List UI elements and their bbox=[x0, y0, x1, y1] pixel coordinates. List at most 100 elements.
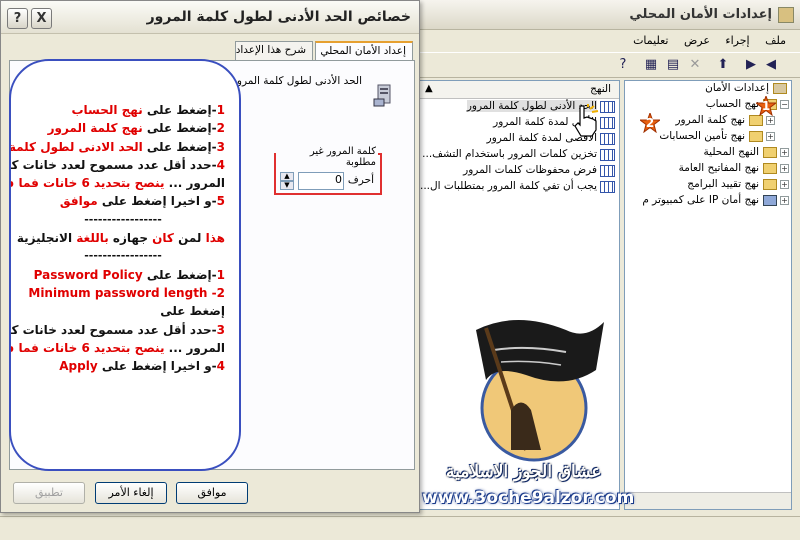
instruction-line: 1-إضغط على نهج الحساب bbox=[71, 103, 225, 117]
spin-up-icon[interactable]: ▲ bbox=[280, 172, 294, 181]
properties-icon[interactable]: ▤ bbox=[664, 57, 682, 73]
tab-local-security-setting[interactable]: إعداد الأمان المحلي bbox=[315, 41, 413, 61]
menu-view[interactable]: عرض bbox=[678, 31, 716, 47]
hand-cursor-icon bbox=[574, 104, 599, 137]
up-folder-icon[interactable]: ⬆ bbox=[714, 57, 732, 73]
tree-item-label: نهج الحساب bbox=[705, 98, 759, 110]
tab-explain[interactable]: شرح هذا الإعداد bbox=[235, 41, 313, 60]
tree-item-software-restriction[interactable]: + نهج تقييد البرامج bbox=[625, 177, 791, 193]
step-badge-number: 2 bbox=[645, 116, 655, 130]
tree-item-label: إعدادات الأمان bbox=[705, 82, 769, 94]
instruction-line: 3-إضغط على الحد الادنى لطول كلمة المرور bbox=[9, 139, 225, 154]
expand-icon[interactable]: + bbox=[780, 164, 789, 173]
menu-file[interactable]: ملف bbox=[759, 31, 792, 47]
watermark-arabic: عشاق الجوز الاسلامية bbox=[446, 462, 602, 482]
instruction-line: 2-إضغط على نهج كلمة المرور bbox=[47, 121, 225, 136]
step-badge-1: 1 bbox=[756, 96, 776, 116]
collapse-icon[interactable]: − bbox=[780, 100, 789, 109]
password-length-input[interactable]: 0 bbox=[298, 172, 344, 190]
password-length-group: كلمة المرور غير مطلوبة 0 ▲ ▼ أحرف bbox=[274, 146, 382, 195]
expand-icon[interactable]: + bbox=[780, 148, 789, 157]
tree-item-local-policies[interactable]: + النهج المحلية bbox=[625, 145, 791, 161]
folder-icon bbox=[763, 163, 777, 174]
status-bar bbox=[0, 516, 800, 540]
policy-icon bbox=[600, 117, 615, 129]
tree-item-label: نهج أمان IP على كمبيوتر م bbox=[642, 194, 759, 206]
tree-item-label: النهج المحلية bbox=[703, 146, 759, 158]
list-column-header[interactable]: النهج ▲ bbox=[419, 81, 619, 99]
folder-icon bbox=[763, 147, 777, 158]
instruction-line: 4-حدد أقل عدد مسموح لعدد خانات كلمة bbox=[9, 157, 225, 172]
separator: ----------------- bbox=[84, 249, 162, 263]
menu-action[interactable]: إجراء bbox=[719, 31, 755, 47]
app-icon bbox=[778, 7, 794, 23]
policy-name-label: الحد الأدنى لطول كلمة المرور bbox=[231, 75, 362, 87]
separator: ----------------- bbox=[84, 212, 162, 226]
instruction-line: إضغط على bbox=[160, 304, 225, 319]
instructions-callout: 1-إضغط على نهج الحساب 2-إضغط على نهج كلم… bbox=[9, 59, 241, 471]
tree-horizontal-scrollbar[interactable] bbox=[625, 492, 791, 509]
help-icon[interactable]: ? bbox=[614, 57, 632, 73]
instruction-line: 5-و اخيرا إضغط على موافق bbox=[59, 194, 225, 209]
forward-icon[interactable]: ▶ bbox=[742, 57, 760, 73]
tree-item-ip-security[interactable]: + نهج أمان IP على كمبيوتر م bbox=[625, 193, 791, 209]
expand-icon[interactable]: + bbox=[766, 132, 775, 141]
delete-icon[interactable]: ✕ bbox=[686, 57, 704, 73]
tree-item-label: نهج تأمين الحسابات bbox=[659, 130, 745, 142]
instruction-line: 1-إضغط على Password Policy bbox=[33, 267, 225, 282]
spin-down-icon[interactable]: ▼ bbox=[280, 181, 294, 190]
dialog-title: خصائص الحد الأدنى لطول كلمة المرور bbox=[146, 9, 411, 25]
list-item[interactable]: فرض محفوظات كلمات المرور bbox=[419, 163, 619, 179]
list-item[interactable]: يجب أن تفي كلمة المرور بمتطلبات ال... bbox=[419, 179, 619, 195]
expand-icon[interactable]: + bbox=[780, 180, 789, 189]
step-badge-number: 1 bbox=[761, 99, 771, 113]
instruction-line: 4-و اخيرا إضغط على Apply bbox=[59, 359, 225, 374]
expand-icon[interactable]: + bbox=[766, 116, 775, 125]
cancel-button[interactable]: إلغاء الأمر bbox=[95, 482, 167, 504]
sort-arrow-icon: ▲ bbox=[425, 83, 433, 94]
tree-item-security-settings[interactable]: إعدادات الأمان bbox=[625, 81, 791, 97]
tree-item-label: نهج كلمة المرور bbox=[675, 114, 745, 126]
policy-icon bbox=[600, 133, 615, 145]
english-note: هذا لمن كان جهازه باللغة الانجليزية bbox=[16, 231, 225, 246]
help-button[interactable]: ? bbox=[7, 8, 28, 29]
instruction-line: المرور ... ينصح بتحديد 6 خانات فما فوق bbox=[11, 340, 225, 355]
step-badge-2: 2 bbox=[640, 113, 660, 133]
list-item-label: فرض محفوظات كلمات المرور bbox=[463, 164, 597, 176]
properties-dialog: خصائص الحد الأدنى لطول كلمة المرور X ? إ… bbox=[0, 0, 420, 513]
security-settings-icon bbox=[773, 83, 787, 94]
policy-icon bbox=[600, 165, 615, 177]
folder-icon bbox=[749, 115, 763, 126]
list-item-label: يجب أن تفي كلمة المرور بمتطلبات ال... bbox=[419, 180, 597, 192]
tree-pane: إعدادات الأمان − نهج الحساب + نهج كلمة ا… bbox=[624, 80, 792, 510]
column-policy[interactable]: النهج bbox=[590, 83, 611, 95]
back-icon[interactable]: ◀ bbox=[762, 57, 780, 73]
expand-icon[interactable]: + bbox=[780, 196, 789, 205]
instruction-line: 3-حدد أقل عدد مسموح لعدد خانات كلمة bbox=[9, 322, 225, 337]
export-list-icon[interactable]: ▦ bbox=[642, 57, 660, 73]
instruction-line: المرور ... ينصح بتحديد 6 خانات فما فوق bbox=[11, 176, 225, 191]
apply-button[interactable]: تطبيق bbox=[13, 482, 85, 504]
menu-help[interactable]: تعليمات bbox=[627, 31, 674, 47]
group-label: كلمة المرور غير مطلوبة bbox=[276, 146, 378, 168]
policy-icon bbox=[600, 101, 615, 113]
folder-icon bbox=[763, 179, 777, 190]
tree-item-label: نهج المفاتيح العامة bbox=[678, 162, 759, 174]
ip-security-icon bbox=[763, 195, 777, 206]
tree-item-public-key-policies[interactable]: + نهج المفاتيح العامة bbox=[625, 161, 791, 177]
main-window-title: إعدادات الأمان المحلي bbox=[629, 7, 772, 22]
dialog-title-bar: خصائص الحد الأدنى لطول كلمة المرور X ? bbox=[1, 1, 419, 34]
ok-button[interactable]: موافق bbox=[176, 482, 248, 504]
list-item[interactable]: تخزين كلمات المرور باستخدام التشف... bbox=[419, 147, 619, 163]
unit-label: أحرف bbox=[347, 174, 374, 186]
flag-logo-image bbox=[476, 320, 604, 462]
tree-item-label: نهج تقييد البرامج bbox=[687, 178, 759, 190]
close-button[interactable]: X bbox=[31, 8, 52, 29]
server-policy-icon bbox=[373, 84, 391, 107]
watermark-url: www.3oche9alzor.com bbox=[422, 488, 635, 508]
policy-icon bbox=[600, 149, 615, 161]
policy-icon bbox=[600, 181, 615, 193]
instruction-line: 2- Minimum password length bbox=[28, 285, 225, 300]
folder-icon bbox=[749, 131, 763, 142]
list-item-label: تخزين كلمات المرور باستخدام التشف... bbox=[422, 148, 597, 160]
